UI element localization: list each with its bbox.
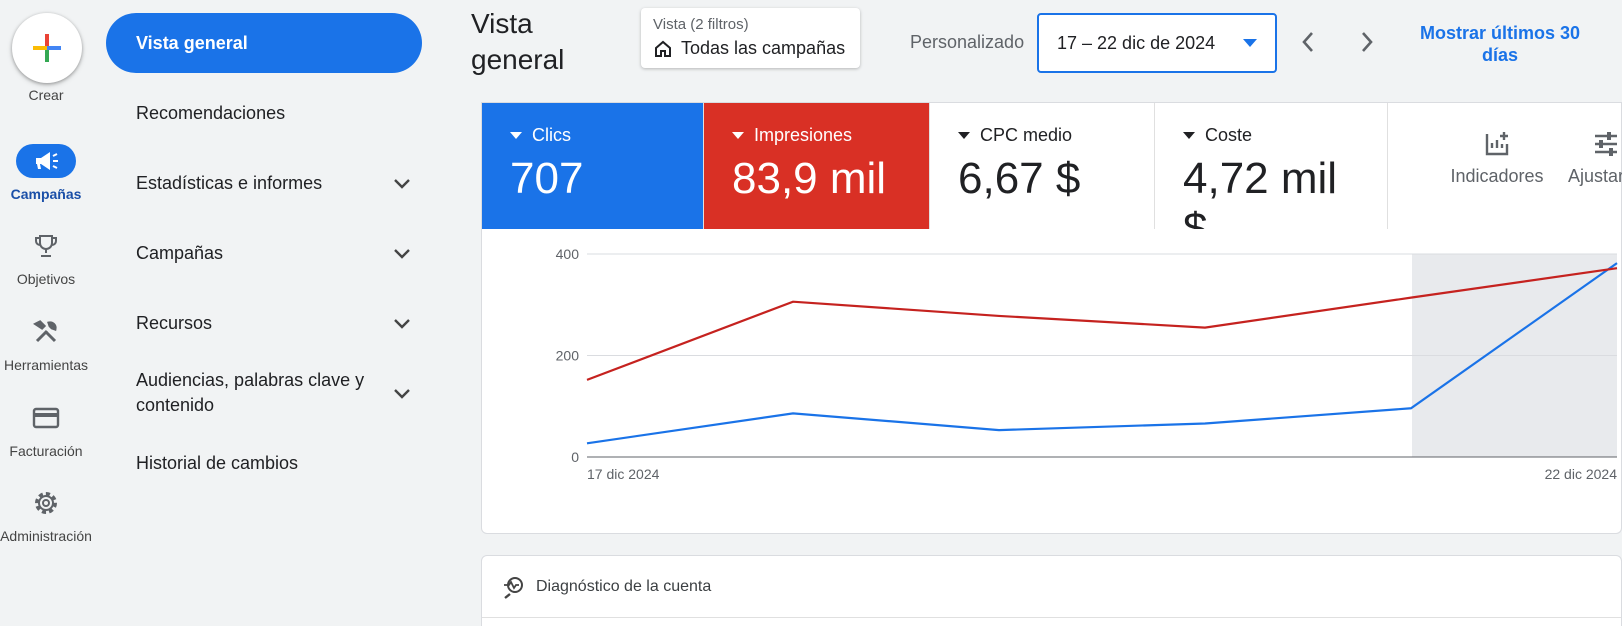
- metric-label: Coste: [1205, 125, 1253, 145]
- performance-chart-card: 0 200 400 17 dic 2024 22 dic 2024: [481, 229, 1622, 534]
- y-tick-label: 400: [556, 246, 580, 262]
- metric-label: Impresiones: [754, 125, 853, 145]
- metric-value: 707: [510, 154, 584, 203]
- date-range-selector[interactable]: 17 – 22 dic de 2024: [1037, 13, 1277, 73]
- app: Crear Campañas Objetivos Herramientas Fa…: [0, 0, 1622, 626]
- x-tick-label: 17 dic 2024: [587, 466, 660, 482]
- diagnostics-icon: [504, 576, 523, 599]
- left-rail: Crear Campañas Objetivos Herramientas Fa…: [0, 0, 92, 626]
- rail-item-campaigns[interactable]: Campañas: [0, 144, 92, 216]
- create-button[interactable]: [12, 13, 82, 83]
- nav-item-label: Estadísticas e informes: [136, 172, 323, 193]
- caret-down-icon: [732, 132, 744, 139]
- view-filter-value: Todas las campañas: [653, 38, 848, 59]
- trophy-icon: [16, 229, 76, 263]
- caret-down-icon: [1243, 39, 1257, 47]
- adjust-button[interactable]: Ajustar: [1568, 130, 1622, 187]
- rail-item-label: Facturación: [9, 443, 83, 459]
- caret-down-icon: [958, 132, 970, 139]
- y-tick-label: 0: [571, 449, 579, 465]
- metric-value: 6,67 $: [958, 154, 1081, 203]
- view-filter-selector[interactable]: Vista (2 filtros) Todas las campañas: [641, 8, 860, 68]
- metric-label: CPC medio: [980, 125, 1073, 145]
- nav-panel: Vista general Recomendaciones Estadístic…: [92, 0, 432, 626]
- rail-item-label: Administración: [0, 528, 92, 544]
- x-tick-label: 22 dic 2024: [1545, 466, 1618, 482]
- rail-item-goals[interactable]: Objetivos: [0, 229, 92, 301]
- metric-card-impressions[interactable]: Impresiones 83,9 mil: [704, 103, 930, 229]
- nav-item-overview[interactable]: Vista general: [106, 13, 422, 73]
- caret-down-icon: [1183, 132, 1195, 139]
- date-preset-label: Personalizado: [910, 32, 1025, 52]
- create-label: Crear: [28, 87, 64, 103]
- nav-item-label: Vista general: [136, 32, 248, 53]
- account-diagnostics-header[interactable]: Diagnóstico de la cuenta: [482, 556, 1621, 618]
- rail-item-admin[interactable]: Administración: [0, 486, 92, 558]
- rail-item-billing[interactable]: Facturación: [0, 401, 92, 473]
- metric-label: Clics: [532, 125, 571, 145]
- nav-item-recommendations[interactable]: Recomendaciones: [106, 100, 422, 126]
- chevron-right-icon: [1362, 32, 1373, 52]
- metric-card-avg-cpc[interactable]: CPC medio 6,67 $: [930, 103, 1155, 229]
- gear-icon: [16, 486, 76, 520]
- metric-card-clicks[interactable]: Clics 707: [482, 103, 704, 229]
- account-diagnostics-card: Diagnóstico de la cuenta: [481, 555, 1622, 626]
- metric-label-row: Impresiones: [732, 125, 901, 146]
- chart-add-icon: [1485, 132, 1509, 156]
- performance-chart: 0 200 400 17 dic 2024 22 dic 2024: [556, 246, 1618, 482]
- nav-item-assets[interactable]: Recursos: [106, 310, 422, 336]
- view-filter-label: Todas las campañas: [681, 38, 846, 58]
- nav-item-label: Recursos: [136, 312, 213, 333]
- indicators-label: Indicadores: [1450, 166, 1544, 186]
- view-filter-count: Vista (2 filtros): [653, 16, 749, 33]
- caret-down-icon: [510, 132, 522, 139]
- adjust-label: Ajustar: [1568, 166, 1622, 186]
- nav-item-label: Historial de cambios: [136, 452, 299, 473]
- previous-period-button[interactable]: [1293, 24, 1323, 60]
- chevron-down-icon: [382, 247, 422, 259]
- nav-item-audiences[interactable]: Audiencias, palabras clave y contenido: [106, 367, 422, 419]
- nav-item-reports[interactable]: Estadísticas e informes: [106, 170, 422, 196]
- metric-label-row: Clics: [510, 125, 675, 146]
- y-tick-label: 200: [556, 348, 580, 364]
- show-last-30-days-link[interactable]: Mostrar últimos 30 días: [1410, 22, 1590, 66]
- metric-label-row: CPC medio: [958, 125, 1126, 146]
- home-icon: [655, 40, 671, 57]
- metric-label-row: Coste: [1183, 125, 1359, 146]
- megaphone-icon: [16, 144, 76, 178]
- next-period-button[interactable]: [1352, 24, 1382, 60]
- chevron-down-icon: [382, 317, 422, 329]
- plus-icon: [33, 34, 61, 62]
- tools-icon: [16, 315, 76, 349]
- date-range-value: 17 – 22 dic de 2024: [1057, 32, 1216, 53]
- chevron-down-icon: [382, 177, 422, 189]
- sliders-icon: [1595, 132, 1617, 156]
- indicators-button[interactable]: Indicadores: [1442, 130, 1552, 187]
- rail-item-label: Campañas: [10, 186, 82, 202]
- nav-item-label: Campañas: [136, 242, 224, 263]
- account-diagnostics-title: Diagnóstico de la cuenta: [536, 577, 712, 595]
- nav-item-campaigns[interactable]: Campañas: [106, 240, 422, 266]
- rail-item-label: Herramientas: [3, 357, 89, 373]
- nav-item-label: Recomendaciones: [136, 102, 286, 123]
- nav-item-label: Audiencias, palabras clave y contenido: [136, 370, 365, 415]
- credit-card-icon: [16, 401, 76, 435]
- nav-item-change-history[interactable]: Historial de cambios: [106, 450, 422, 476]
- rail-item-tools[interactable]: Herramientas: [0, 315, 92, 387]
- metric-value: 83,9 mil: [732, 154, 887, 203]
- rail-item-label: Objetivos: [16, 271, 76, 287]
- page-title: Vista general: [471, 8, 565, 75]
- chevron-left-icon: [1302, 32, 1313, 52]
- chevron-down-icon: [382, 387, 422, 399]
- metric-card-cost[interactable]: Coste 4,72 mil $: [1155, 103, 1388, 253]
